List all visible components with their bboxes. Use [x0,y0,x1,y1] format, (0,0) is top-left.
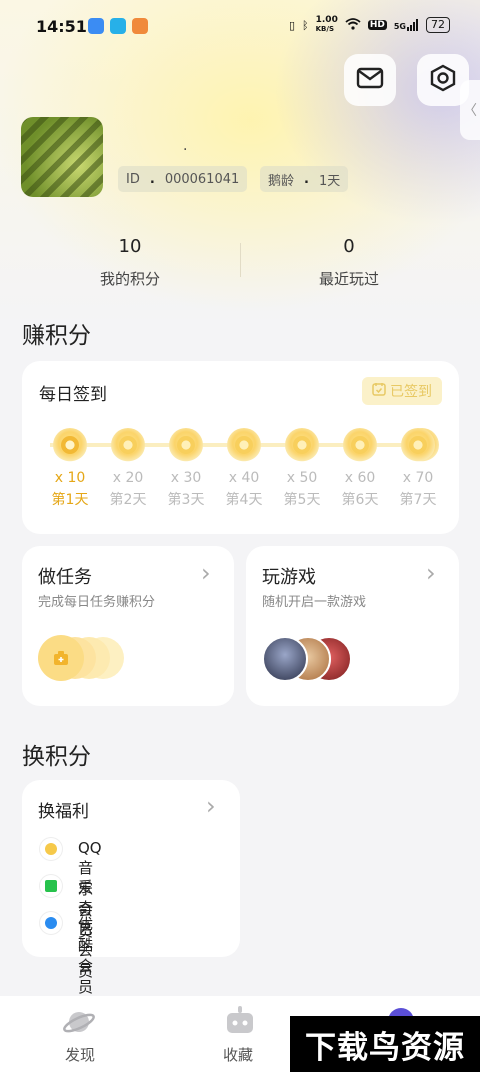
checkin-coin-icon [401,428,435,462]
user-id-tag: ID . 000061041 [118,166,248,192]
earn-points-title: 赚积分 [22,323,91,349]
signed-in-label: 已签到 [390,384,432,400]
account-age-tag: 鹅龄 . 1天 [260,166,349,192]
checkin-day-label: 第6天 [341,492,379,508]
watermark: 下载鸟资源 [290,1016,480,1072]
checkin-coin-icon [53,428,87,462]
notification-app-icon [132,18,148,34]
chevron-left-icon: 〈 [463,103,477,119]
checkin-day-multiplier: x 20 [112,470,144,486]
network-speed: 1.00 KB/S [315,15,338,34]
chevron-right-icon: › [426,559,436,587]
exchange-points-title: 换积分 [22,744,91,770]
welfare-item-label: 优酷会员 [78,915,94,996]
age-value: 1天 [318,173,341,189]
points-label[interactable]: 我的积分 [70,268,190,289]
checkin-day-multiplier: x 60 [344,470,376,486]
checkin-day-label: 第3天 [167,492,205,508]
signed-in-badge[interactable]: 已签到 [362,377,442,405]
id-value: 000061041 [164,171,240,187]
checkin-day-label: 第1天 [51,492,89,508]
checkin-day-multiplier: x 30 [170,470,202,486]
checkin-day-label: 第2天 [109,492,147,508]
games-subtitle: 随机开启一款游戏 [262,595,367,610]
avatar[interactable] [21,117,103,197]
notification-app-icon [88,18,104,34]
chevron-right-icon: › [206,792,216,820]
checkin-day-label: 第5天 [283,492,321,508]
calendar-check-icon [372,382,386,400]
welfare-title: 换福利 [38,802,89,822]
checkin-coin-icon [111,428,145,462]
settings-hexagon-icon [429,64,457,96]
checkin-day-multiplier: x 40 [228,470,260,486]
points-value[interactable]: 10 [70,236,190,257]
tab-favorites-label: 收藏 [223,1046,254,1064]
game-icon [262,636,308,682]
stats-divider [240,243,241,277]
checkin-day-label: 第7天 [399,492,437,508]
tab-discover-label: 发现 [65,1046,96,1064]
wifi-icon [345,17,361,33]
tasks-title: 做任务 [38,567,92,588]
checkin-coin-icon [227,428,261,462]
checkin-coin-icon [285,428,319,462]
hd-badge: HD [367,20,387,30]
tasks-subtitle: 完成每日任务赚积分 [38,595,156,610]
message-button[interactable] [344,54,396,106]
youku-icon [40,912,62,934]
bluetooth-icon: ᛒ [302,18,309,32]
recent-played-label[interactable]: 最近玩过 [289,268,409,289]
battery-indicator: 72 [426,17,450,33]
checkin-day-multiplier: x 10 [54,470,86,486]
tasks-coin-stack-icon [38,635,128,681]
nickname: . [183,138,188,154]
id-separator: . [149,171,155,187]
side-drawer-handle[interactable]: 〈 [460,80,480,140]
checkin-day-label: 第4天 [225,492,263,508]
robot-icon [223,1004,257,1042]
chevron-right-icon: › [201,559,211,587]
qq-music-icon [40,838,62,860]
checkin-day-multiplier: x 50 [286,470,318,486]
notification-app-icon [110,18,126,34]
daily-checkin-title: 每日签到 [39,385,107,405]
status-indicators: ▯ ᛒ 1.00 KB/S HD 5G 72 [289,16,450,34]
signal-icon: 5G [394,19,419,31]
age-label: 鹅龄 [268,173,295,189]
recent-played-value[interactable]: 0 [289,236,409,257]
checkin-coin-icon [343,428,377,462]
checkin-day-multiplier: x 70 [402,470,434,486]
id-label: ID [126,171,140,187]
checkin-coin-icon [169,428,203,462]
games-title: 玩游戏 [262,567,316,588]
status-time: 14:51 [36,17,87,36]
planet-icon [62,1006,96,1042]
iqiyi-icon [40,875,62,897]
mail-icon [356,67,384,93]
vibrate-icon: ▯ [288,18,296,32]
age-separator: . [304,171,309,187]
